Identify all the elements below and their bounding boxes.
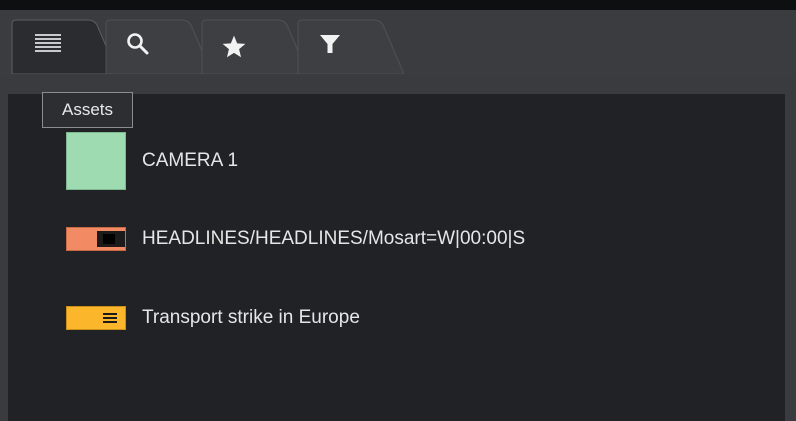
search-icon	[126, 32, 150, 60]
item-label: Transport strike in Europe	[142, 307, 360, 328]
list-item[interactable]: CAMERA 1	[66, 132, 238, 190]
tooltip-text: Assets	[61, 100, 114, 119]
list-item[interactable]: Transport strike in Europe	[66, 306, 360, 330]
graphics-swatch-icon	[66, 227, 126, 251]
story-swatch-icon	[66, 306, 126, 330]
list-item[interactable]: HEADLINES/HEADLINES/Mosart=W|00:00|S	[66, 227, 525, 251]
tab-search[interactable]	[104, 18, 212, 74]
filter-icon	[319, 33, 341, 59]
tab-assets-list[interactable]	[10, 18, 118, 74]
tab-favorites[interactable]	[200, 18, 308, 74]
tab-filter[interactable]	[296, 18, 404, 74]
star-icon	[221, 34, 247, 64]
title-bar	[0, 0, 796, 10]
item-label: CAMERA 1	[142, 150, 239, 171]
item-label: HEADLINES/HEADLINES/Mosart=W|00:00|S	[142, 228, 526, 249]
tooltip: Assets	[42, 92, 133, 128]
list-icon	[35, 33, 61, 59]
camera-swatch-icon	[66, 132, 126, 190]
